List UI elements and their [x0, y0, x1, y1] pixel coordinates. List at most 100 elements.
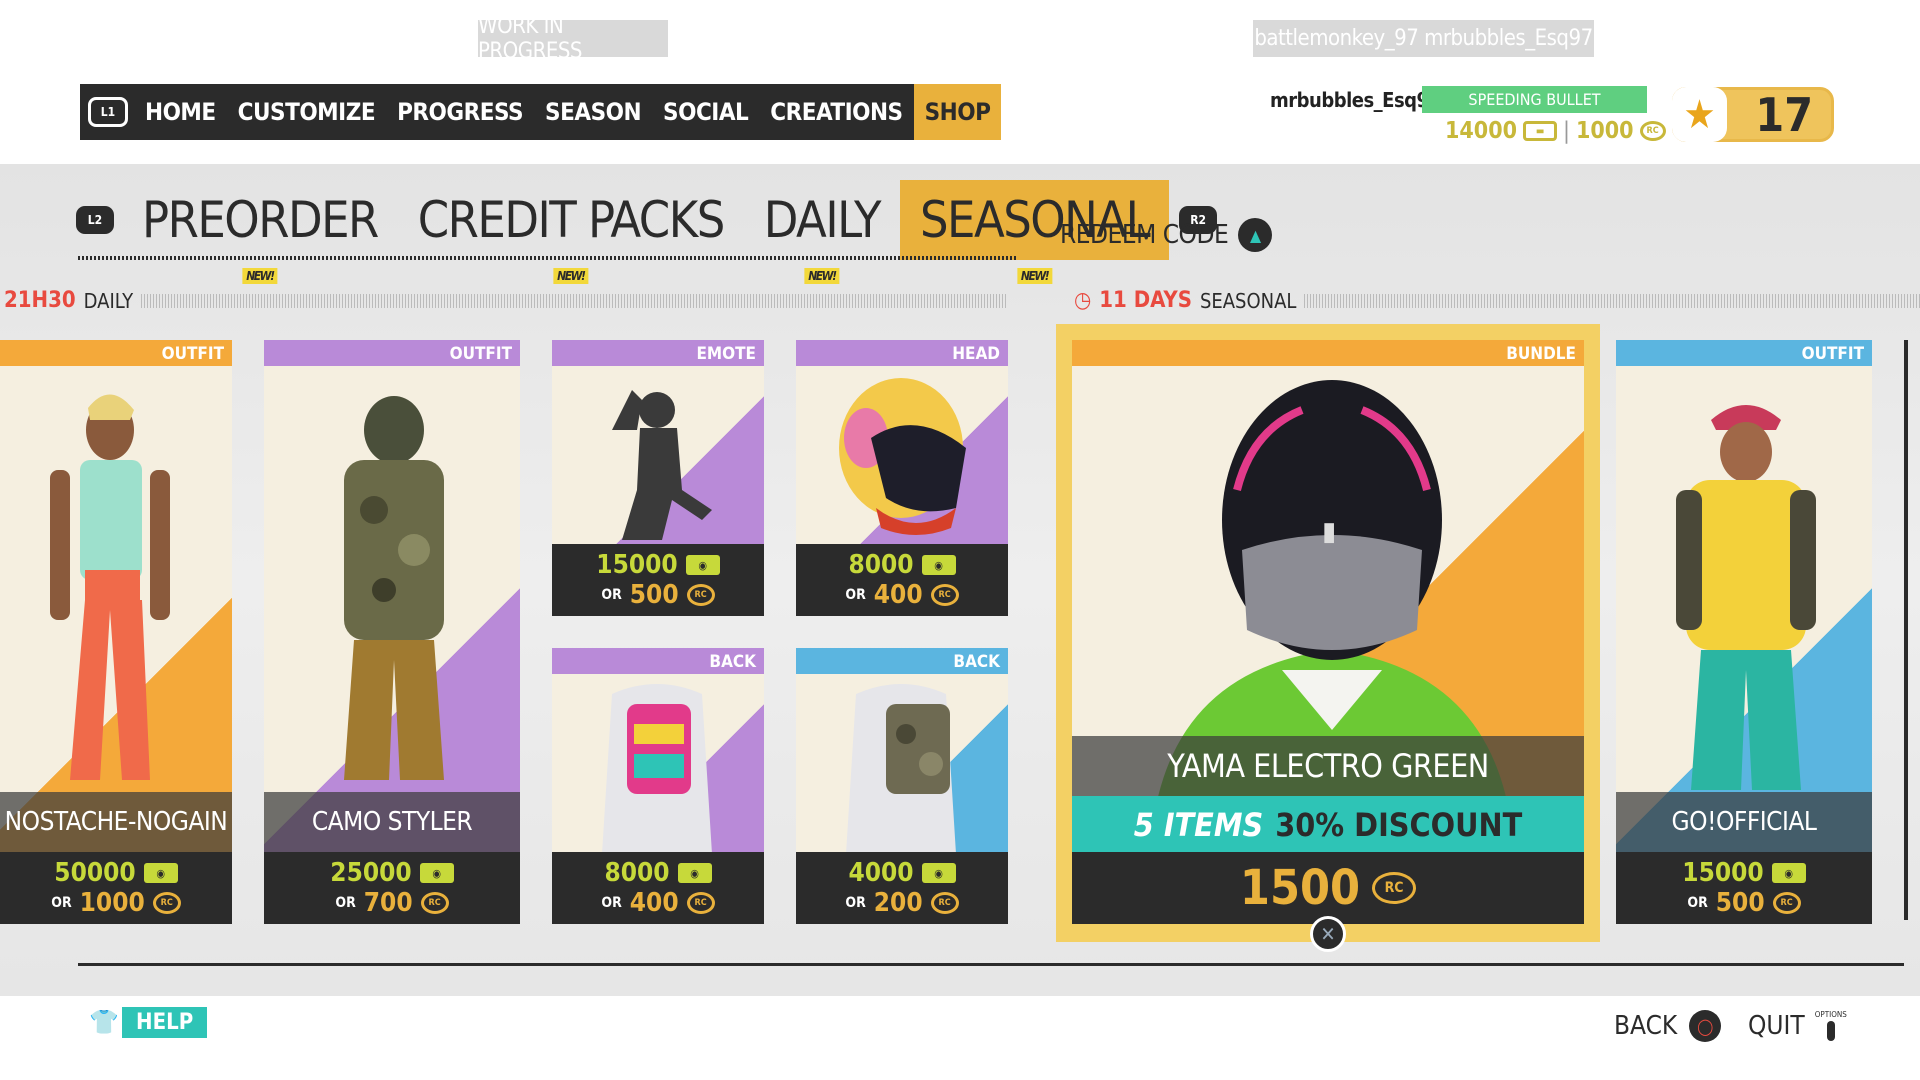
nav-home[interactable]: HOME [134, 84, 227, 140]
star-icon: ★ [1672, 87, 1727, 142]
rc-credits-icon: RC [686, 892, 715, 914]
item-category: OUTFIT [264, 340, 520, 366]
quit-label: QUIT [1748, 1010, 1805, 1041]
shop-item-card[interactable]: OUTFIT NOSTACHE-NOGAIN 50000 ◉ OR 1000 RC [0, 340, 232, 924]
emote-preview-image [582, 370, 732, 540]
rc-credits-icon: RC [1772, 892, 1801, 914]
divider [141, 293, 1008, 308]
nav-shop[interactable]: SHOP [913, 84, 1002, 140]
cross-button-icon[interactable]: ✕ [1310, 916, 1346, 952]
item-name: CAMO STYLER [264, 792, 520, 852]
or-label: OR [335, 895, 356, 911]
nav-season[interactable]: SEASON [534, 84, 652, 140]
bundle-discount: 30% DISCOUNT [1275, 806, 1523, 844]
shop-tabs: L2 PREORDER NEW! CREDIT PACKS NEW! DAILY NE… [76, 180, 1218, 284]
new-badge: NEW! [553, 268, 589, 284]
credits-balance: 1000 [1575, 118, 1634, 144]
r1-button-icon[interactable]: R1 [1001, 97, 1042, 127]
bucks-icon: ◉ [921, 863, 956, 883]
price-bucks: 8000 [604, 858, 670, 888]
redeem-code-label: REDEEM CODE [1060, 220, 1229, 250]
scrollbar[interactable] [1904, 340, 1908, 920]
new-badge: NEW! [1016, 268, 1053, 284]
outfit-preview-image [30, 380, 180, 800]
rc-credits-icon: RC [1639, 121, 1666, 141]
bucks-icon: ◉ [685, 555, 720, 575]
seasonal-section-header: ◷ 11 DAYS SEASONAL [1074, 288, 1920, 313]
l2-button-icon[interactable]: L2 [76, 206, 114, 234]
profile-username: mrbubbles_Esq97 [1270, 88, 1441, 112]
currency-balance: 14000 ▬ | 1000 RC [1445, 118, 1666, 144]
rc-credits-icon: RC [930, 892, 959, 914]
back-label: BACK [1614, 1011, 1678, 1041]
tab-label: DAILY [763, 191, 882, 249]
l1-button-icon[interactable]: L1 [88, 97, 128, 127]
bundle-card[interactable]: BUNDLE ▮ YAMA ELECTRO GREEN 5 ITEMS 30% … [1072, 340, 1584, 924]
shop-item-card[interactable]: OUTFIT CAMO STYLER 25000 ◉ OR 700 RC [264, 340, 520, 924]
shop-item-card[interactable]: OUTFIT GO!OFFICIAL 15000 ◉ OR 500 RC [1616, 340, 1872, 924]
price-rc: 500 [629, 580, 679, 610]
or-label: OR [601, 587, 622, 603]
or-label: OR [51, 895, 72, 911]
accounts-label: battlemonkey_97 mrbubbles_Esq97 [1253, 20, 1594, 57]
back-button[interactable]: BACK ◯ [1614, 1010, 1722, 1042]
item-category: BACK [552, 648, 764, 674]
bucks-icon: ◉ [419, 863, 454, 883]
item-price: 25000 ◉ OR 700 RC [264, 852, 520, 924]
nav-social[interactable]: SOCIAL [652, 84, 759, 140]
bucks-icon: ◉ [921, 555, 956, 575]
bucks-balance: 14000 [1445, 118, 1517, 144]
triangle-button-icon: ▲ [1238, 218, 1273, 252]
price-rc: 1000 [79, 888, 145, 918]
clock-icon: ◷ [1074, 288, 1092, 313]
tab-preorder[interactable]: PREORDER NEW! [122, 180, 398, 284]
bucks-icon: ◉ [1771, 863, 1806, 883]
item-category: EMOTE [552, 340, 764, 366]
l3-button-icon: 👕 [89, 1008, 119, 1036]
seasonal-label: SEASONAL [1199, 288, 1297, 313]
daily-section-header: 21H30 DAILY [4, 288, 1008, 313]
nav-progress[interactable]: PROGRESS [386, 84, 534, 140]
item-price: 8000 ◉ OR 400 RC [796, 544, 1008, 616]
rc-credits-icon: RC [686, 584, 715, 606]
shop-item-card[interactable]: BACK 8000 ◉ OR 400 RC [552, 648, 764, 924]
quit-button[interactable]: QUIT OPTIONS [1748, 1010, 1847, 1041]
shop-item-card[interactable]: BACK 4000 ◉ OR 200 RC [796, 648, 1008, 924]
help-button[interactable]: 👕 HELP [86, 1004, 208, 1040]
item-category: BACK [796, 648, 1008, 674]
seasonal-timer: 11 DAYS [1099, 288, 1192, 313]
shop-item-card[interactable]: HEAD 8000 ◉ OR 400 RC [796, 340, 1008, 616]
nav-customize[interactable]: CUSTOMIZE [227, 84, 386, 140]
new-badge: NEW! [242, 268, 278, 284]
price-bucks: 15000 [596, 550, 678, 580]
tab-daily[interactable]: DAILY NEW! [744, 180, 900, 284]
helmet-preview-image [826, 368, 976, 542]
redeem-code-button[interactable]: REDEEM CODE ▲ [1060, 218, 1273, 252]
item-price: 50000 ◉ OR 1000 RC [0, 852, 232, 924]
outfit-preview-image [1656, 380, 1832, 800]
item-name: GO!OFFICIAL [1616, 792, 1872, 852]
or-label: OR [1687, 895, 1708, 911]
bucks-icon: ◉ [677, 863, 712, 883]
circle-button-icon: ◯ [1689, 1010, 1722, 1042]
nav-creations[interactable]: CREATIONS [759, 84, 913, 140]
options-label: OPTIONS [1814, 1010, 1847, 1019]
outfit-preview-image [304, 380, 480, 800]
shop-item-card[interactable]: EMOTE 15000 ◉ OR 500 RC [552, 340, 764, 616]
player-level[interactable]: ★ 17 [1672, 87, 1834, 142]
bottom-divider [78, 963, 1904, 966]
main-nav: L1 HOME CUSTOMIZE PROGRESS SEASON SOCIAL… [80, 84, 1042, 140]
item-price: 15000 ◉ OR 500 RC [1616, 852, 1872, 924]
price-bucks: 8000 [848, 550, 914, 580]
level-number: 17 [1755, 87, 1813, 142]
price-bucks: 25000 [330, 858, 412, 888]
price-rc: 700 [363, 888, 413, 918]
price-bucks: 4000 [848, 858, 914, 888]
profile-title-badge: SPEEDING BULLET [1422, 86, 1647, 113]
tab-label: CREDIT PACKS [417, 191, 726, 249]
or-label: OR [845, 587, 866, 603]
tab-credit-packs[interactable]: CREDIT PACKS NEW! [398, 180, 744, 284]
bundle-price: 1500 RC [1072, 852, 1584, 924]
item-category: HEAD [796, 340, 1008, 366]
or-label: OR [845, 895, 866, 911]
